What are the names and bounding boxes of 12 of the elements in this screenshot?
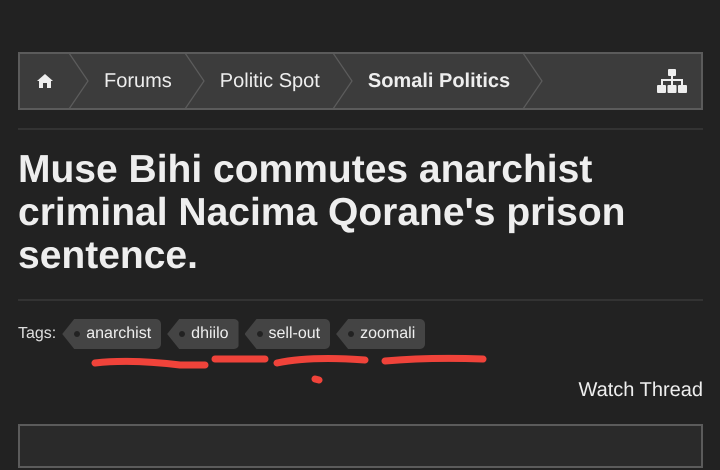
tag-link[interactable]: sell-out (244, 319, 330, 349)
tag-link[interactable]: anarchist (62, 319, 162, 349)
breadcrumb-link[interactable]: Somali Politics (354, 54, 522, 108)
tag-link[interactable]: zoomali (336, 319, 426, 349)
breadcrumb-link[interactable]: Politic Spot (206, 54, 332, 108)
home-icon (36, 73, 54, 89)
watch-thread-link[interactable]: Watch Thread (578, 379, 703, 402)
breadcrumb-link[interactable]: Forums (90, 54, 184, 108)
tag-link[interactable]: dhiilo (167, 319, 239, 349)
thread-title: Muse Bihi commutes anarchist criminal Nacima Qorane's prison sentence. (18, 148, 626, 277)
tags-label: Tags: (18, 325, 56, 343)
sitemap-icon[interactable] (657, 69, 687, 93)
